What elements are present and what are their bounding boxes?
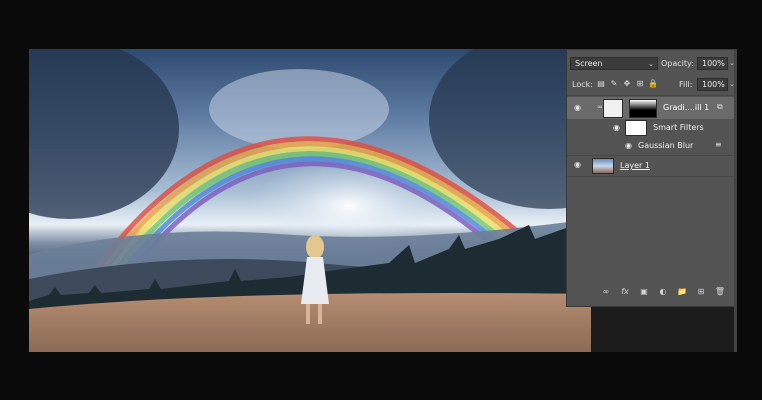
eye-icon[interactable]: ◉: [613, 124, 623, 132]
chevron-down-icon: ⌄: [648, 60, 654, 68]
trash-icon[interactable]: 🗑: [714, 286, 726, 298]
opacity-field[interactable]: 100%: [697, 57, 728, 70]
folder-icon[interactable]: 📁: [676, 286, 688, 298]
layer-row-smart-filters[interactable]: ◉ Smart Filters: [567, 119, 735, 137]
layer-name-gradient-fill: Gradi....ill 1: [663, 103, 710, 112]
canvas-photo: [29, 49, 591, 352]
smart-filter-thumbnail: [625, 120, 647, 136]
filter-options-icon[interactable]: ≡: [715, 140, 722, 149]
blend-mode-select[interactable]: Screen ⌄: [570, 57, 658, 70]
lock-paint-icon[interactable]: ✎: [609, 79, 619, 89]
mask-icon[interactable]: ▣: [638, 286, 650, 298]
fill-label: Fill:: [679, 80, 693, 89]
smart-object-icon: ⧉: [717, 102, 723, 111]
lock-artboard-icon[interactable]: ⊞: [635, 79, 645, 89]
smart-filters-label: Smart Filters: [653, 123, 704, 132]
blend-mode-value: Screen: [575, 59, 603, 68]
link-chain-icon: ∞: [597, 103, 603, 111]
lock-position-icon[interactable]: ✥: [622, 79, 632, 89]
lock-label: Lock:: [572, 80, 593, 89]
opacity-value: 100%: [702, 59, 725, 68]
filter-name-gaussian-blur: Gaussian Blur: [638, 141, 694, 150]
canvas-right-lower: [591, 304, 737, 352]
gradient-thumbnail: [603, 99, 623, 118]
lock-all-icon[interactable]: 🔒: [648, 79, 658, 89]
fill-value: 100%: [702, 80, 725, 89]
lock-transparent-icon[interactable]: ▤: [596, 79, 606, 89]
fx-icon[interactable]: fx: [619, 286, 631, 298]
new-layer-icon[interactable]: ⊞: [695, 286, 707, 298]
mask-thumbnail: [629, 99, 657, 118]
fill-field[interactable]: 100%: [697, 78, 728, 91]
divider: [567, 95, 735, 96]
layer-row-gaussian-blur[interactable]: ◉ Gaussian Blur ≡: [567, 137, 735, 155]
document-canvas[interactable]: [29, 49, 591, 352]
opacity-label: Opacity:: [661, 59, 694, 68]
layer-name-layer-1: Layer 1: [620, 161, 650, 170]
eye-icon[interactable]: ◉: [574, 104, 584, 112]
divider: [567, 176, 735, 177]
layer-thumbnail: [592, 158, 614, 174]
adjustment-icon[interactable]: ◐: [657, 286, 669, 298]
layers-panel: Screen ⌄ Opacity: 100% ⌄ Lock: ▤ ✎ ✥ ⊞ 🔒…: [566, 49, 736, 307]
link-icon[interactable]: ∞: [600, 286, 612, 298]
eye-icon[interactable]: ◉: [574, 161, 584, 169]
layers-panel-footer: ∞ fx ▣ ◐ 📁 ⊞ 🗑: [567, 286, 735, 300]
layer-row-gradient-fill[interactable]: ◉ ∞ Gradi....ill 1 ⧉: [567, 97, 735, 119]
eye-icon[interactable]: ◉: [625, 142, 635, 150]
layer-row-layer-1[interactable]: ◉ Layer 1: [567, 156, 735, 176]
panel-scrollbar[interactable]: [734, 49, 737, 352]
